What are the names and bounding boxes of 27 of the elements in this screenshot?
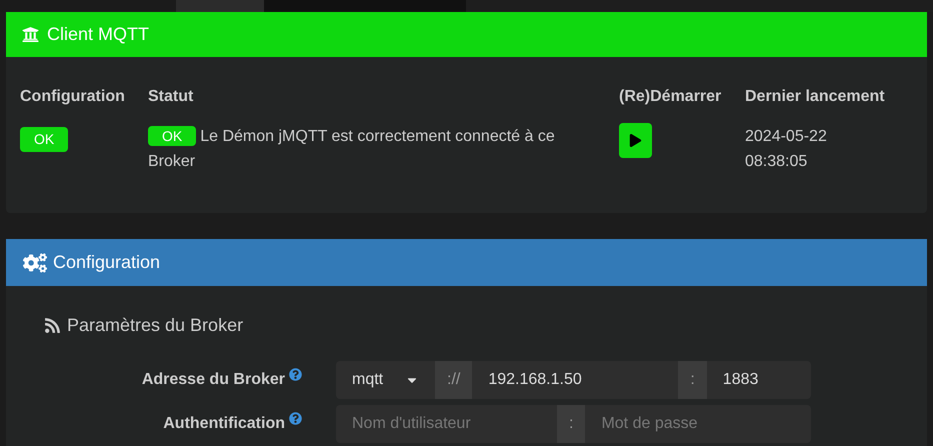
field-label: Authentification bbox=[163, 414, 285, 434]
rss-icon bbox=[44, 317, 61, 334]
input-addon: :// bbox=[435, 361, 472, 399]
column-header: Configuration bbox=[20, 87, 126, 107]
panel-title: Client MQTT bbox=[47, 23, 150, 46]
input-addon: : bbox=[557, 405, 586, 443]
bank-icon bbox=[22, 26, 39, 43]
column-header: Dernier lancement bbox=[745, 87, 886, 107]
section-title: Paramètres du Broker bbox=[67, 314, 244, 337]
column-header: (Re)Démarrer bbox=[619, 87, 722, 107]
start-button[interactable] bbox=[619, 123, 652, 158]
cogs-icon bbox=[23, 252, 47, 272]
port-field[interactable]: 1883 bbox=[706, 361, 811, 399]
help-icon[interactable] bbox=[289, 368, 302, 380]
panel-title: Configuration bbox=[53, 251, 160, 274]
status-text: OK Le Démon jMQTT est correctement connecté à ce Broker bbox=[148, 125, 556, 172]
username-field[interactable]: Nom d'utilisateur bbox=[336, 405, 557, 443]
field-label: Adresse du Broker bbox=[142, 370, 285, 390]
help-icon[interactable] bbox=[289, 412, 302, 424]
protocol-select[interactable]: mqtt bbox=[336, 361, 435, 399]
last-launch-time: 2024-05-22 08:38:05 bbox=[745, 127, 828, 172]
host-field[interactable]: 192.168.1.50 bbox=[472, 361, 678, 399]
password-field[interactable]: Mot de passe bbox=[585, 405, 811, 443]
play-icon bbox=[629, 134, 642, 147]
status-badge: OK bbox=[20, 127, 68, 152]
input-addon: : bbox=[678, 361, 707, 399]
column-header: Statut bbox=[148, 87, 194, 107]
